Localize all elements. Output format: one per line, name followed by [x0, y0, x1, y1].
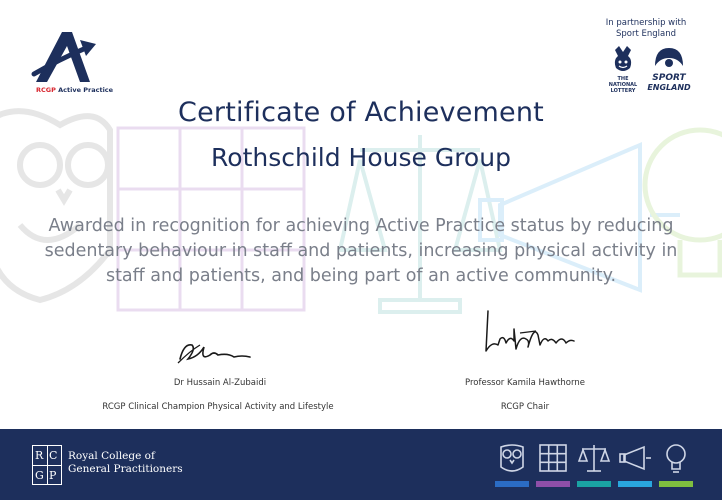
footer-icon-row [495, 441, 693, 489]
megaphone-color-bar [618, 481, 652, 487]
logo-rcgp-text: RCGP [36, 86, 56, 94]
grid-color-bar [536, 481, 570, 487]
rcgp-crest-logo: R C G P [32, 445, 62, 485]
sport-england-logo: SPORT ENGLAND [647, 48, 691, 92]
lightbulb-color-bar [659, 481, 693, 487]
national-lottery-logo: THE NATIONAL LOTTERY [609, 46, 638, 94]
certificate-title: Certificate of Achievement [178, 97, 544, 128]
svg-text:LOTTERY: LOTTERY [611, 88, 636, 94]
owl-icon [500, 444, 524, 472]
footer-org-line-2: General Practitioners [68, 463, 183, 475]
logo-active-practice-text: Active Practice [58, 86, 114, 94]
scales-color-bar [577, 481, 611, 487]
citation-text: Awarded in recognition for achieving Act… [44, 216, 678, 286]
logo-caption: RCGP Active Practice [36, 86, 113, 94]
crest-letter-r: R [35, 449, 44, 462]
signatory-2-name: Professor Kamila Hawthorne [465, 378, 585, 388]
partnership-text: In partnership with Sport England [605, 18, 687, 39]
svg-text:SPORT: SPORT [652, 73, 686, 83]
signatory-1-role: RCGP Clinical Champion Physical Activity… [102, 402, 334, 412]
crest-letter-g: G [35, 469, 44, 482]
signature-hawthorne [485, 310, 575, 352]
crest-letter-c: C [49, 449, 58, 462]
grid-icon [539, 444, 567, 472]
recipient-name: Rothschild House Group [211, 143, 511, 172]
svg-text:ENGLAND: ENGLAND [647, 83, 691, 92]
footer-org-name: Royal College of General Practitioners [68, 450, 183, 476]
crest-letter-p: P [49, 469, 57, 482]
lightbulb-icon [666, 444, 686, 473]
certificate: RCGP Active Practice In partnership with… [0, 0, 722, 500]
footer-band: R C G P Royal College of General Practit… [0, 429, 722, 500]
crest-divider-horizontal [33, 465, 61, 466]
owl-color-bar [495, 481, 529, 487]
scales-icon [577, 445, 611, 472]
signatory-2-role: RCGP Chair [500, 402, 550, 412]
megaphone-icon [619, 445, 651, 471]
signature-al-zubaidi [177, 343, 251, 364]
footer-org-line-1: Royal College of [68, 450, 155, 462]
signatory-1-name: Dr Hussain Al-Zubaidi [173, 378, 267, 388]
